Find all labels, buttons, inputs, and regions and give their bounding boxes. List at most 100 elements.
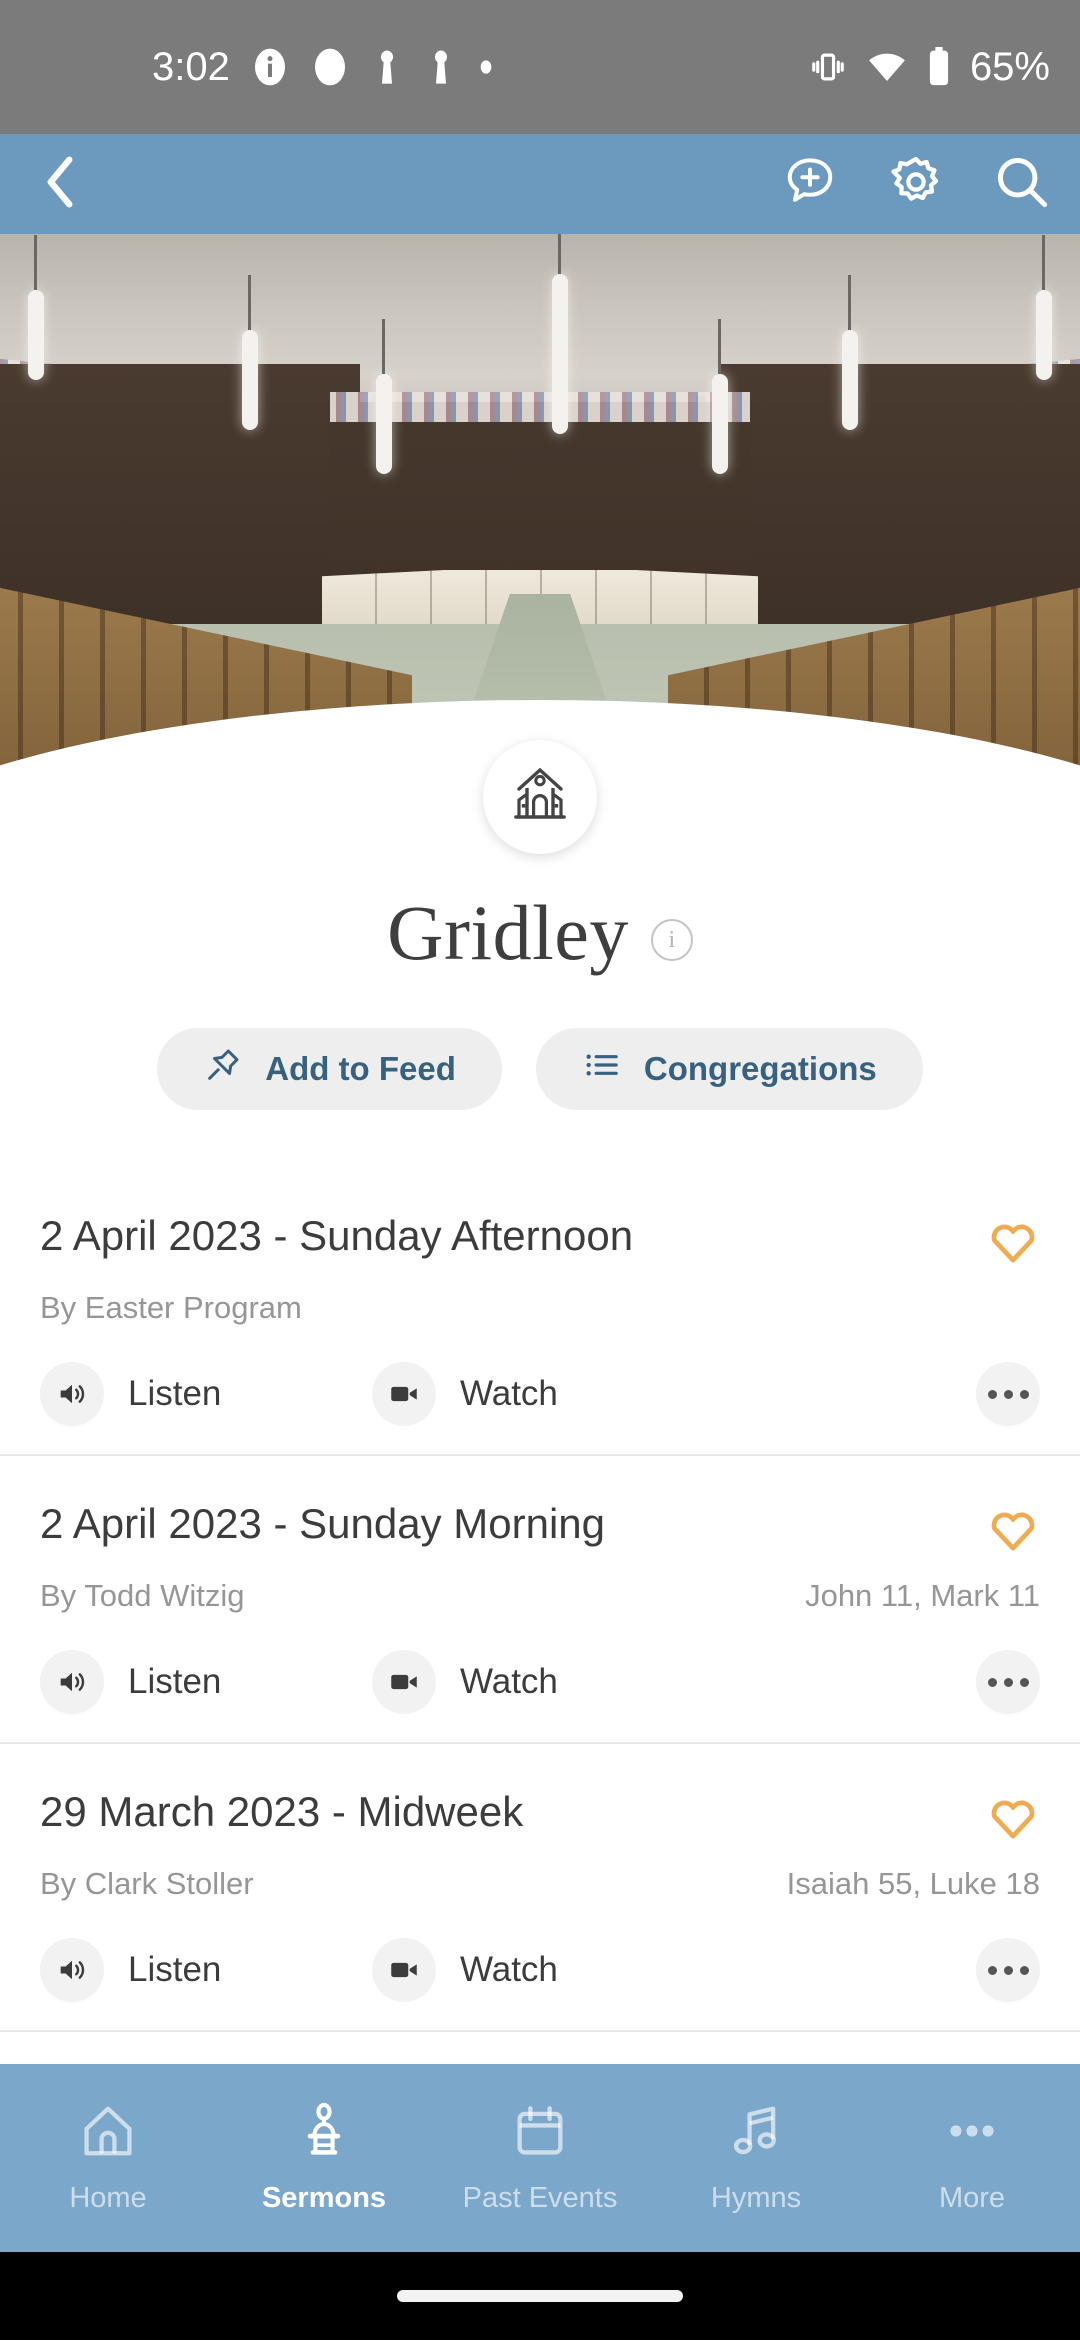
sermon-scripture: Isaiah 55, Luke 18 bbox=[786, 1866, 1040, 1901]
nav-label-sermons: Sermons bbox=[261, 2182, 387, 2214]
status-time: 3:02 bbox=[152, 44, 230, 89]
keyhole-icon bbox=[370, 47, 404, 87]
avatar[interactable] bbox=[483, 740, 597, 854]
pendant-light bbox=[712, 319, 728, 474]
favorite-button[interactable] bbox=[986, 1790, 1040, 1849]
more-options-button[interactable] bbox=[976, 1650, 1040, 1714]
sermon-scripture: John 11, Mark 11 bbox=[805, 1578, 1040, 1613]
sermon-title: 2 April 2023 - Sunday Afternoon bbox=[40, 1212, 634, 1259]
sermon-meta: By Todd Witzig John 11, Mark 11 bbox=[40, 1578, 1040, 1614]
more-options-button[interactable] bbox=[976, 1938, 1040, 2002]
watch-button[interactable]: Watch bbox=[372, 1650, 976, 1714]
listen-button[interactable]: Listen bbox=[40, 1650, 372, 1714]
nav-label-hymns: Hymns bbox=[710, 2182, 802, 2214]
profile-actions: Add to Feed Congregations bbox=[0, 1028, 1080, 1110]
circle-icon bbox=[310, 47, 350, 87]
search-icon bbox=[994, 154, 1050, 215]
sermon-actions: Listen Watch bbox=[40, 1362, 1040, 1426]
pendant-light bbox=[28, 235, 44, 380]
more-options-button[interactable] bbox=[976, 1362, 1040, 1426]
pendant-light bbox=[552, 234, 568, 434]
listen-label: Listen bbox=[128, 1374, 222, 1413]
church-icon bbox=[508, 763, 572, 832]
chat-add-button[interactable] bbox=[778, 152, 842, 216]
gesture-navigation-bar bbox=[0, 2252, 1080, 2340]
settings-button[interactable] bbox=[884, 152, 948, 216]
sermon-list[interactable]: 2 April 2023 - Sunday Afternoon By Easte… bbox=[0, 1168, 1080, 2088]
congregations-button[interactable]: Congregations bbox=[535, 1028, 923, 1110]
home-icon bbox=[78, 2101, 138, 2166]
pendant-light bbox=[242, 275, 258, 430]
music-note-icon bbox=[726, 2101, 786, 2166]
header-actions bbox=[778, 152, 1054, 216]
video-camera-icon bbox=[372, 1650, 436, 1714]
nav-item-sermons[interactable]: Sermons bbox=[216, 2101, 432, 2215]
add-to-feed-label: Add to Feed bbox=[265, 1050, 456, 1087]
listen-button[interactable]: Listen bbox=[40, 1938, 372, 2002]
pendant-light bbox=[1036, 235, 1052, 380]
listen-label: Listen bbox=[128, 1662, 222, 1701]
ellipsis-icon bbox=[987, 1965, 997, 1975]
nav-label-more: More bbox=[938, 2182, 1006, 2214]
watch-button[interactable]: Watch bbox=[372, 1362, 976, 1426]
pin-icon bbox=[203, 1045, 243, 1093]
wifi-icon bbox=[866, 46, 908, 88]
add-to-feed-button[interactable]: Add to Feed bbox=[157, 1028, 502, 1110]
congregations-label: Congregations bbox=[643, 1050, 877, 1087]
speaker-icon bbox=[40, 1362, 104, 1426]
watch-button[interactable]: Watch bbox=[372, 1938, 976, 2002]
sermon-title: 2 April 2023 - Sunday Morning bbox=[40, 1500, 606, 1547]
video-camera-icon bbox=[372, 1362, 436, 1426]
ellipsis-icon bbox=[1003, 1389, 1013, 1399]
status-bar-right: 65% bbox=[809, 45, 1050, 90]
info-circle-icon[interactable]: i bbox=[650, 919, 693, 961]
ellipsis-icon bbox=[1019, 1677, 1029, 1687]
back-button[interactable] bbox=[30, 154, 90, 214]
pendant-light bbox=[842, 275, 858, 430]
sermon-title: 29 March 2023 - Midweek bbox=[40, 1788, 524, 1835]
search-button[interactable] bbox=[990, 152, 1054, 216]
favorite-button[interactable] bbox=[986, 1214, 1040, 1273]
listen-label: Listen bbox=[128, 1950, 222, 1989]
watch-label: Watch bbox=[460, 1950, 558, 1989]
nav-item-hymns[interactable]: Hymns bbox=[648, 2101, 864, 2215]
sermon-speaker: By Easter Program bbox=[40, 1290, 302, 1325]
bottom-navigation: Home Sermons Past Events Hymns More bbox=[0, 2064, 1080, 2252]
nav-item-more[interactable]: More bbox=[864, 2101, 1080, 2215]
app-header bbox=[0, 134, 1080, 234]
nav-item-home[interactable]: Home bbox=[0, 2101, 216, 2215]
battery-percentage: 65% bbox=[969, 44, 1050, 89]
watch-label: Watch bbox=[460, 1662, 558, 1701]
chevron-left-icon bbox=[40, 156, 80, 213]
battery-icon bbox=[927, 47, 951, 87]
pendant-light bbox=[376, 319, 392, 474]
sermon-meta: By Clark Stoller Isaiah 55, Luke 18 bbox=[40, 1866, 1040, 1902]
home-indicator[interactable] bbox=[397, 2290, 683, 2302]
list-item[interactable]: 2 April 2023 - Sunday Morning By Todd Wi… bbox=[0, 1456, 1080, 1744]
list-item[interactable]: 29 March 2023 - Midweek By Clark Stoller… bbox=[0, 1744, 1080, 2032]
favorite-button[interactable] bbox=[986, 1502, 1040, 1561]
status-bar: 3:02 65% bbox=[0, 0, 1080, 134]
listen-button[interactable]: Listen bbox=[40, 1362, 372, 1426]
sermon-speaker: By Clark Stoller bbox=[40, 1866, 254, 1901]
list-item[interactable]: 2 April 2023 - Sunday Afternoon By Easte… bbox=[0, 1168, 1080, 1456]
profile-title-row: Gridley i bbox=[0, 888, 1080, 978]
speaker-icon bbox=[40, 1650, 104, 1714]
info-icon bbox=[250, 47, 290, 87]
video-camera-icon bbox=[372, 1938, 436, 2002]
ellipsis-icon bbox=[987, 1677, 997, 1687]
nav-label-home: Home bbox=[69, 2182, 147, 2214]
gear-icon bbox=[889, 155, 943, 214]
pulpit-icon bbox=[294, 2101, 354, 2166]
hero-trim-center bbox=[330, 392, 750, 422]
speaker-icon bbox=[40, 1938, 104, 2002]
ellipsis-icon bbox=[1019, 1389, 1029, 1399]
nav-label-past-events: Past Events bbox=[462, 2182, 618, 2214]
nav-item-past-events[interactable]: Past Events bbox=[432, 2101, 648, 2215]
page-title: Gridley bbox=[387, 889, 629, 976]
list-icon bbox=[582, 1045, 622, 1093]
sermon-speaker: By Todd Witzig bbox=[40, 1578, 245, 1613]
ellipsis-icon bbox=[942, 2101, 1002, 2166]
chat-add-icon bbox=[782, 154, 838, 215]
status-bar-left: 3:02 bbox=[152, 45, 494, 90]
